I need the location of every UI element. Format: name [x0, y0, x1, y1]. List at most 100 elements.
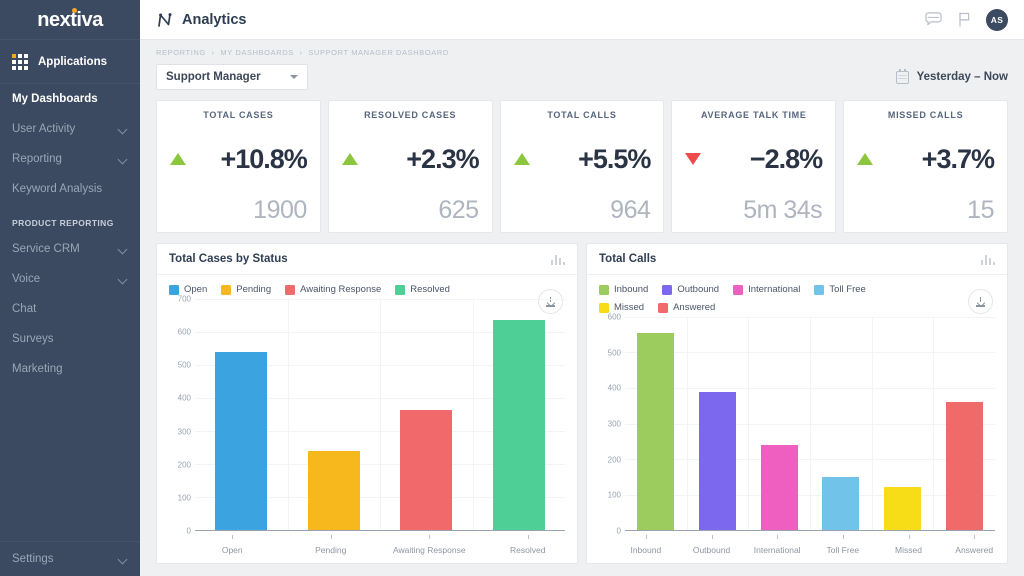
chart-legend-row: Inbound Outbound International Toll Free Mis… — [587, 275, 1007, 313]
kpi-value: 5m 34s — [685, 198, 822, 223]
bar[interactable] — [761, 445, 798, 530]
sidebar-item-applications[interactable]: Applications — [0, 40, 140, 84]
sidebar-item-chat[interactable]: Chat — [0, 294, 140, 324]
chevron-down-icon — [119, 245, 128, 254]
bar-chart-icon[interactable] — [551, 254, 566, 265]
legend-item[interactable]: International — [733, 284, 800, 295]
y-axis-tick: 600 — [608, 313, 621, 322]
kpi-card-resolved-cases[interactable]: RESOLVED CASES +2.3% 625 — [328, 100, 493, 233]
breadcrumb-item-support-manager-dashboard[interactable]: SUPPORT MANAGER DASHBOARD — [308, 48, 449, 57]
bar-slot — [625, 317, 687, 530]
flag-icon[interactable] — [957, 11, 972, 28]
kpi-title: TOTAL CALLS — [514, 110, 651, 120]
sidebar-item-label: Service CRM — [12, 243, 80, 255]
sidebar-item-user-activity[interactable]: User Activity — [0, 114, 140, 144]
sidebar-item-keyword-analysis[interactable]: Keyword Analysis — [0, 174, 140, 204]
dashboard-select[interactable]: Support Manager — [156, 64, 308, 90]
legend-item[interactable]: Missed — [599, 302, 644, 313]
app-brand: Analytics — [156, 12, 246, 28]
sidebar-footer: Settings — [0, 541, 140, 576]
kpi-card-missed-calls[interactable]: MISSED CALLS +3.7% 15 — [843, 100, 1008, 233]
bar[interactable] — [946, 402, 983, 530]
chat-bubble-icon[interactable] — [924, 11, 943, 28]
legend-item[interactable]: Awaiting Response — [285, 284, 381, 295]
legend-swatch — [733, 285, 743, 295]
x-axis-labels: OpenPendingAwaiting ResponseResolved — [183, 535, 577, 555]
bar[interactable] — [699, 392, 736, 530]
legend-item[interactable]: Answered — [658, 302, 715, 313]
sub-bar: REPORTING › MY DASHBOARDS › SUPPORT MANA… — [140, 40, 1024, 90]
date-range-picker[interactable]: Yesterday – Now — [896, 71, 1008, 84]
trend-up-icon — [342, 153, 358, 165]
sidebar-item-reporting[interactable]: Reporting — [0, 144, 140, 174]
breadcrumb: REPORTING › MY DASHBOARDS › SUPPORT MANA… — [156, 48, 1008, 57]
kpi-card-total-calls[interactable]: TOTAL CALLS +5.5% 964 — [500, 100, 665, 233]
trend-up-icon — [857, 153, 873, 165]
kpi-value: 625 — [342, 198, 479, 223]
sidebar-item-voice[interactable]: Voice — [0, 264, 140, 294]
legend-swatch — [662, 285, 672, 295]
kpi-title: RESOLVED CASES — [342, 110, 479, 120]
bar[interactable] — [884, 487, 921, 530]
kpi-delta: −2.8% — [750, 144, 822, 175]
chevron-down-icon — [290, 75, 298, 79]
chevron-down-icon — [119, 125, 128, 134]
brand-logo[interactable]: nextiva — [0, 0, 140, 40]
legend-item[interactable]: Resolved — [395, 284, 450, 295]
chart-legend-row: Open Pending Awaiting Response Resolved — [157, 275, 577, 295]
y-axis-tick: 200 — [608, 455, 621, 464]
bar[interactable] — [822, 477, 859, 530]
x-axis-label: International — [744, 535, 810, 555]
bar[interactable] — [308, 451, 360, 530]
x-axis-labels: InboundOutboundInternationalToll FreeMis… — [613, 535, 1007, 555]
sidebar-item-settings[interactable]: Settings — [0, 542, 140, 576]
x-axis-label: Pending — [282, 535, 381, 555]
y-axis-tick: 100 — [178, 493, 191, 502]
breadcrumb-item-reporting[interactable]: REPORTING — [156, 48, 206, 57]
legend-item[interactable]: Outbound — [662, 284, 719, 295]
trend-up-icon — [514, 153, 530, 165]
sidebar-item-service-crm[interactable]: Service CRM — [0, 234, 140, 264]
bar-chart-icon[interactable] — [981, 254, 996, 265]
plot-canvas — [625, 317, 995, 531]
legend-item[interactable]: Pending — [221, 284, 271, 295]
legend-item[interactable]: Inbound — [599, 284, 648, 295]
chevron-down-icon — [119, 155, 128, 164]
kpi-value: 1900 — [170, 198, 307, 223]
y-axis-tick: 300 — [608, 420, 621, 429]
trend-up-icon — [170, 153, 186, 165]
bar[interactable] — [400, 410, 452, 530]
bar[interactable] — [637, 333, 674, 530]
legend-swatch — [221, 285, 231, 295]
legend-label: Inbound — [614, 284, 648, 295]
app-root: nextiva Applications My Dashboards User … — [0, 0, 1024, 576]
kpi-cards: TOTAL CASES +10.8% 1900 RESOLVED CASES +… — [140, 90, 1024, 233]
sidebar-nav-primary: My Dashboards User Activity Reporting Ke… — [0, 84, 140, 204]
avatar[interactable]: AS — [986, 9, 1008, 31]
breadcrumb-item-my-dashboards[interactable]: MY DASHBOARDS — [220, 48, 294, 57]
sidebar-item-label: Settings — [12, 553, 54, 565]
kpi-value: 964 — [514, 198, 651, 223]
card-title: Total Cases by Status — [169, 253, 288, 265]
kpi-card-total-cases[interactable]: TOTAL CASES +10.8% 1900 — [156, 100, 321, 233]
kpi-title: MISSED CALLS — [857, 110, 994, 120]
chart-card-total-cases-by-status: Total Cases by Status Open Pending Awaitin… — [156, 243, 578, 564]
legend-swatch — [814, 285, 824, 295]
kpi-delta: +2.3% — [406, 144, 478, 175]
y-axis-tick: 500 — [608, 348, 621, 357]
chart-legend: Open Pending Awaiting Response Resolved — [169, 284, 450, 295]
sidebar-item-surveys[interactable]: Surveys — [0, 324, 140, 354]
sidebar-item-label: Voice — [12, 273, 40, 285]
legend-item[interactable]: Open — [169, 284, 207, 295]
legend-item[interactable]: Toll Free — [814, 284, 865, 295]
sidebar-item-my-dashboards[interactable]: My Dashboards — [0, 84, 140, 114]
sub-bar-controls: Support Manager Yesterday – Now — [156, 64, 1008, 90]
kpi-card-average-talk-time[interactable]: AVERAGE TALK TIME −2.8% 5m 34s — [671, 100, 836, 233]
bar[interactable] — [493, 320, 545, 530]
legend-label: Resolved — [410, 284, 450, 295]
kpi-delta: +3.7% — [922, 144, 994, 175]
bar[interactable] — [215, 352, 267, 530]
sidebar-item-marketing[interactable]: Marketing — [0, 354, 140, 384]
y-axis-tick: 500 — [178, 361, 191, 370]
download-button[interactable] — [968, 289, 993, 314]
